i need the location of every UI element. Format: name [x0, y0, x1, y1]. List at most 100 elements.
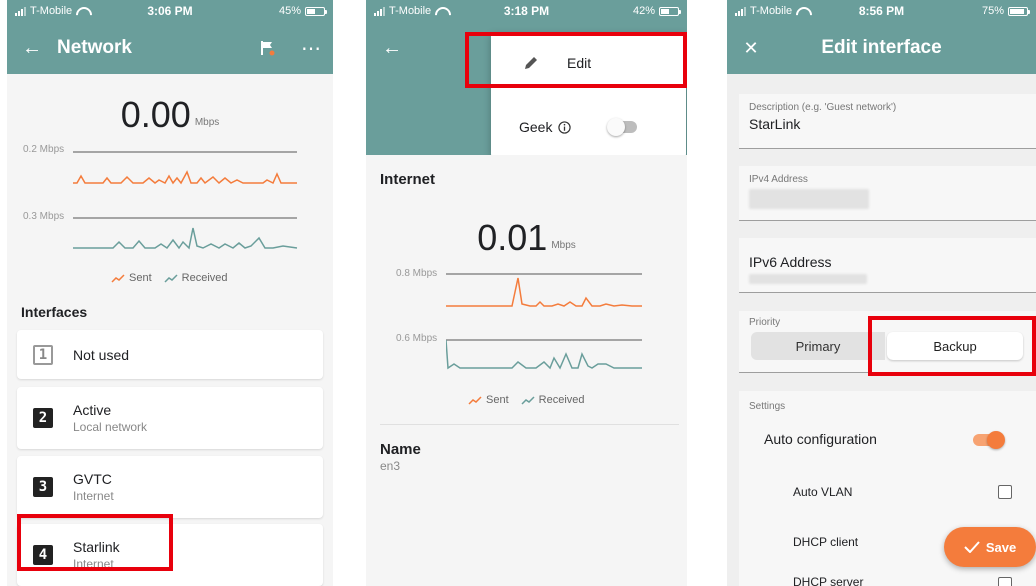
- interface-name: Active: [73, 402, 112, 418]
- chart-legend: Sent Received: [468, 394, 585, 406]
- check-icon: [964, 541, 980, 553]
- legend-sent-label: Sent: [486, 394, 509, 406]
- battery-fill: [1010, 8, 1024, 14]
- phone-screen-internet: T-Mobile 3:18 PM 42% ← Edit Geek Interne…: [366, 0, 687, 586]
- description-value: StarLink: [749, 116, 801, 132]
- page-title: Network: [57, 37, 132, 58]
- received-chart-label: 0.3 Mbps: [23, 211, 65, 222]
- auto-configuration-toggle[interactable]: [973, 431, 1005, 449]
- geek-toggle[interactable]: [607, 118, 638, 136]
- interface-card-1[interactable]: 1 Not used: [17, 330, 323, 379]
- priority-primary-button[interactable]: Primary: [751, 332, 885, 360]
- internet-content: Internet 0.01 Mbps 0.8 Mbps 0.6 Mbps Sent…: [366, 155, 687, 586]
- interface-name: Not used: [73, 346, 130, 363]
- speed-value: 0.01: [477, 217, 548, 258]
- menu-item-edit[interactable]: Edit: [491, 43, 686, 83]
- menu-edit-label: Edit: [567, 55, 592, 71]
- ipv4-value-redacted: [749, 189, 869, 209]
- interface-type: Internet: [73, 489, 114, 503]
- wifi-icon: [796, 7, 808, 16]
- status-time: 8:56 PM: [858, 4, 905, 18]
- back-arrow-icon[interactable]: ←: [370, 26, 414, 70]
- name-label: Name: [380, 441, 421, 458]
- wifi-icon: [435, 7, 447, 16]
- status-time: 3:18 PM: [503, 4, 550, 18]
- battery-fill: [661, 8, 669, 14]
- dhcp-client-label: DHCP client: [793, 535, 859, 549]
- description-field[interactable]: Description (e.g. 'Guest network') StarL…: [739, 94, 1036, 149]
- ipv4-label: IPv4 Address: [749, 174, 808, 185]
- menu-geek-label: Geek: [519, 119, 553, 135]
- interface-card-3[interactable]: 3 GVTC Internet: [17, 456, 323, 518]
- dhcp-server-checkbox[interactable]: [998, 577, 1012, 586]
- status-bar: T-Mobile 3:06 PM 45%: [7, 0, 333, 22]
- chart-legend: Sent Received: [111, 272, 228, 284]
- received-trend-icon: [521, 396, 535, 405]
- legend-received: Received: [164, 272, 228, 284]
- app-bar: ← Network ⋯: [7, 22, 333, 74]
- interface-number-badge: 4: [33, 545, 53, 565]
- received-sparkline: [73, 217, 298, 250]
- sent-trend-icon: [111, 274, 125, 283]
- sent-sparkline: [446, 273, 642, 307]
- back-arrow-icon[interactable]: ←: [7, 26, 57, 70]
- signal-icon: [735, 6, 746, 16]
- speed-unit: Mbps: [194, 117, 220, 129]
- signal-icon: [15, 6, 26, 16]
- carrier-label: T-Mobile: [30, 5, 73, 17]
- phone-screen-edit-interface: T-Mobile 8:56 PM 75% ✕ Edit interface De…: [727, 0, 1036, 586]
- battery-fill: [307, 8, 316, 14]
- speed-unit: Mbps: [551, 240, 576, 252]
- speed-readout: 0.00 Mbps: [7, 94, 333, 136]
- status-time: 3:06 PM: [147, 4, 193, 18]
- internet-heading: Internet: [380, 171, 436, 188]
- settings-label: Settings: [749, 401, 786, 412]
- dhcp-server-label: DHCP server: [793, 575, 864, 586]
- ipv4-field[interactable]: IPv4 Address: [739, 166, 1036, 221]
- status-bar: T-Mobile 3:18 PM 42%: [366, 0, 687, 22]
- legend-received: Received: [521, 394, 585, 406]
- interface-number-badge: 2: [33, 408, 53, 428]
- description-label: Description (e.g. 'Guest network'): [749, 102, 897, 113]
- divider: [380, 424, 679, 425]
- interfaces-heading: Interfaces: [21, 304, 88, 320]
- interface-card-2[interactable]: 2 Active Local network: [17, 387, 323, 449]
- name-value: en3: [380, 459, 401, 473]
- flag-icon[interactable]: [245, 26, 289, 70]
- legend-sent: Sent: [111, 272, 152, 284]
- legend-received-label: Received: [181, 272, 228, 284]
- priority-label: Priority: [749, 317, 781, 328]
- speed-readout: 0.01 Mbps: [366, 217, 687, 259]
- auto-vlan-checkbox[interactable]: [998, 485, 1012, 499]
- carrier-label: T-Mobile: [389, 5, 432, 17]
- save-button[interactable]: Save: [944, 527, 1036, 567]
- legend-received-label: Received: [538, 394, 585, 406]
- received-sparkline: [446, 339, 642, 370]
- priority-backup-button[interactable]: Backup: [887, 332, 1023, 360]
- received-trend-icon: [164, 274, 178, 283]
- sent-trend-icon: [468, 396, 482, 405]
- ipv6-field[interactable]: IPv6 Address: [739, 238, 1036, 293]
- ipv6-value-redacted: [749, 274, 867, 284]
- interface-card-4[interactable]: 4 Starlink Internet: [17, 524, 323, 586]
- edit-form: Description (e.g. 'Guest network') StarL…: [727, 74, 1036, 586]
- overflow-menu: Edit Geek: [491, 33, 686, 156]
- network-content: 0.00 Mbps 0.2 Mbps 0.3 Mbps Sent Received…: [7, 74, 333, 586]
- sent-sparkline: [73, 151, 297, 185]
- more-horizontal-icon[interactable]: ⋯: [289, 26, 333, 70]
- signal-icon: [374, 6, 385, 16]
- battery-icon: [1008, 6, 1030, 16]
- sent-chart-label: 0.2 Mbps: [23, 144, 65, 155]
- battery-percent: 45%: [278, 5, 301, 17]
- interface-type: Local network: [73, 420, 148, 434]
- menu-item-geek[interactable]: Geek: [491, 107, 686, 147]
- legend-sent: Sent: [468, 394, 509, 406]
- app-bar: ✕ Edit interface: [727, 22, 1036, 74]
- close-icon[interactable]: ✕: [727, 26, 775, 70]
- info-icon: [558, 120, 572, 134]
- received-chart-label: 0.6 Mbps: [396, 333, 438, 344]
- ipv6-label: IPv6 Address: [749, 254, 832, 270]
- carrier-label: T-Mobile: [750, 5, 793, 17]
- battery-icon: [659, 6, 681, 16]
- battery-icon: [305, 6, 327, 16]
